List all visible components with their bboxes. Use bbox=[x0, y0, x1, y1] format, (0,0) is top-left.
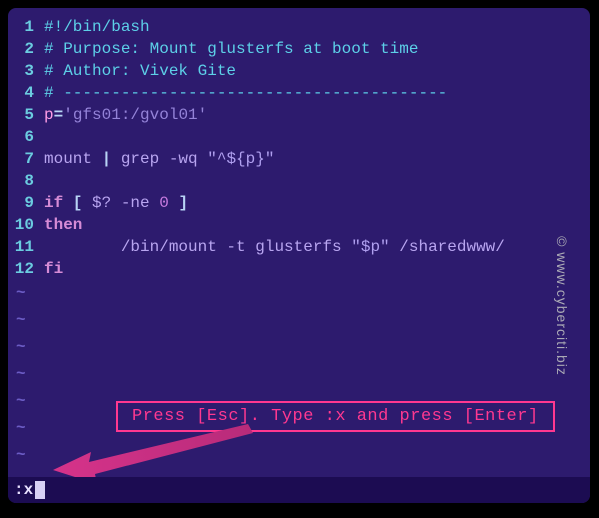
token bbox=[150, 194, 160, 212]
token: fi bbox=[44, 260, 63, 278]
token: [ bbox=[63, 194, 92, 212]
watermark: © www.cyberciti.biz bbox=[554, 236, 570, 376]
code-line[interactable]: 6 bbox=[8, 126, 590, 148]
line-content[interactable]: fi bbox=[44, 258, 63, 280]
vim-editor[interactable]: 1#!/bin/bash2# Purpose: Mount glusterfs … bbox=[8, 8, 590, 503]
token: /bin/mount -t glusterfs bbox=[44, 238, 351, 256]
line-content[interactable]: p='gfs01:/gvol01' bbox=[44, 104, 207, 126]
hint-box: Press [Esc]. Type :x and press [Enter] bbox=[116, 401, 555, 432]
vim-command-line[interactable]: :x bbox=[8, 477, 590, 503]
token bbox=[44, 172, 54, 190]
tilde-line: ~ bbox=[8, 307, 590, 334]
line-number: 4 bbox=[8, 82, 44, 104]
line-number: 3 bbox=[8, 60, 44, 82]
token: /sharedwww/ bbox=[390, 238, 505, 256]
token: # --------------------------------------… bbox=[44, 84, 447, 102]
cursor bbox=[35, 481, 45, 499]
empty-line-tildes: ~~~~~~~~ bbox=[8, 280, 590, 496]
token: $? bbox=[92, 194, 111, 212]
token bbox=[44, 128, 54, 146]
code-area[interactable]: 1#!/bin/bash2# Purpose: Mount glusterfs … bbox=[8, 16, 590, 280]
line-content[interactable]: #!/bin/bash bbox=[44, 16, 150, 38]
code-line[interactable]: 10then bbox=[8, 214, 590, 236]
token: | bbox=[102, 150, 112, 168]
line-content[interactable]: # Purpose: Mount glusterfs at boot time bbox=[44, 38, 418, 60]
code-line[interactable]: 11 /bin/mount -t glusterfs "$p" /sharedw… bbox=[8, 236, 590, 258]
token: 'gfs01:/gvol01' bbox=[63, 106, 207, 124]
tilde-line: ~ bbox=[8, 442, 590, 469]
line-number: 6 bbox=[8, 126, 44, 148]
line-number: 12 bbox=[8, 258, 44, 280]
token: 0 bbox=[159, 194, 169, 212]
code-line[interactable]: 3# Author: Vivek Gite bbox=[8, 60, 590, 82]
line-number: 7 bbox=[8, 148, 44, 170]
code-line[interactable]: 2# Purpose: Mount glusterfs at boot time bbox=[8, 38, 590, 60]
code-line[interactable]: 5p='gfs01:/gvol01' bbox=[8, 104, 590, 126]
token: then bbox=[44, 216, 82, 234]
token: p bbox=[44, 106, 54, 124]
line-content[interactable] bbox=[44, 126, 54, 148]
token bbox=[111, 194, 121, 212]
tilde-line: ~ bbox=[8, 361, 590, 388]
code-line[interactable]: 7mount | grep -wq "^${p}" bbox=[8, 148, 590, 170]
token: ] bbox=[169, 194, 188, 212]
line-content[interactable]: mount | grep -wq "^${p}" bbox=[44, 148, 274, 170]
line-number: 8 bbox=[8, 170, 44, 192]
code-line[interactable]: 8 bbox=[8, 170, 590, 192]
token: "$p" bbox=[351, 238, 389, 256]
token: grep -wq bbox=[111, 150, 207, 168]
line-number: 11 bbox=[8, 236, 44, 258]
line-number: 5 bbox=[8, 104, 44, 126]
code-line[interactable]: 9if [ $? -ne 0 ] bbox=[8, 192, 590, 214]
code-line[interactable]: 12fi bbox=[8, 258, 590, 280]
token: #!/bin/bash bbox=[44, 18, 150, 36]
line-content[interactable]: if [ $? -ne 0 ] bbox=[44, 192, 188, 214]
line-content[interactable]: # Author: Vivek Gite bbox=[44, 60, 236, 82]
token: "^${p}" bbox=[207, 150, 274, 168]
token: -ne bbox=[121, 194, 150, 212]
command-text: :x bbox=[14, 481, 33, 499]
line-number: 1 bbox=[8, 16, 44, 38]
line-content[interactable]: # --------------------------------------… bbox=[44, 82, 447, 104]
tilde-line: ~ bbox=[8, 280, 590, 307]
code-line[interactable]: 4# -------------------------------------… bbox=[8, 82, 590, 104]
line-number: 9 bbox=[8, 192, 44, 214]
token: # Author: Vivek Gite bbox=[44, 62, 236, 80]
token: mount bbox=[44, 150, 102, 168]
tilde-line: ~ bbox=[8, 334, 590, 361]
token: if bbox=[44, 194, 63, 212]
line-number: 2 bbox=[8, 38, 44, 60]
line-content[interactable]: then bbox=[44, 214, 82, 236]
line-content[interactable]: /bin/mount -t glusterfs "$p" /sharedwww/ bbox=[44, 236, 505, 258]
line-content[interactable] bbox=[44, 170, 54, 192]
code-line[interactable]: 1#!/bin/bash bbox=[8, 16, 590, 38]
line-number: 10 bbox=[8, 214, 44, 236]
token: # Purpose: Mount glusterfs at boot time bbox=[44, 40, 418, 58]
token: = bbox=[54, 106, 64, 124]
